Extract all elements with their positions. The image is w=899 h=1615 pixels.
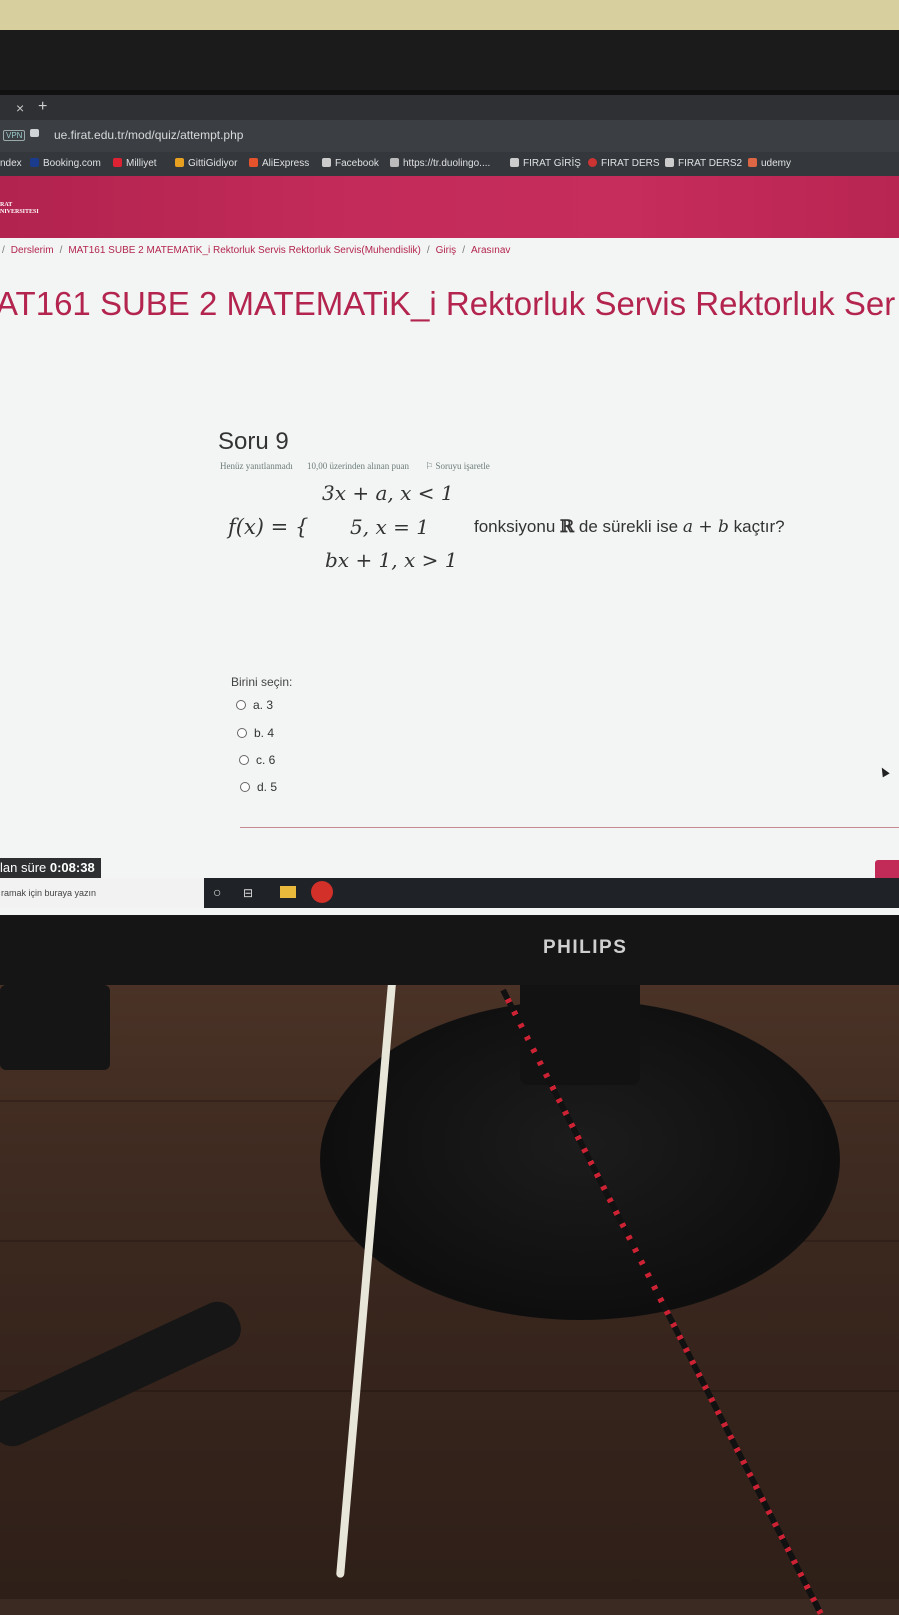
function-name: f(x) = { [228, 515, 309, 539]
answer-option[interactable]: b. 4 [237, 726, 274, 740]
bookmark-item[interactable]: GittiGidiyor [175, 158, 237, 169]
page-icon [665, 158, 674, 167]
bookmark-item[interactable]: FIRAT DERS [588, 158, 660, 169]
bookmark-label: Booking.com [43, 158, 101, 169]
option-label[interactable]: c. 6 [256, 753, 275, 767]
radio-button[interactable] [239, 755, 249, 765]
page-icon [510, 158, 519, 167]
breadcrumb-item[interactable]: Derslerim [11, 245, 54, 256]
tab-bar: × + [0, 95, 899, 120]
milliyet-icon [113, 158, 122, 167]
breadcrumb-item[interactable]: MAT161 SUBE 2 MATEMATiK_i Rektorluk Serv… [68, 245, 421, 256]
breadcrumb-item[interactable]: Arasınav [471, 245, 510, 256]
question-expression: a + b [682, 517, 729, 537]
breadcrumb: / Derslerim / MAT161 SUBE 2 MATEMATiK_i Rek… [2, 245, 511, 256]
bookmark-label: Milliyet [126, 158, 157, 169]
taskbar: ramak için buraya yazın ○ ⊟ [0, 878, 899, 908]
bookmark-label: udemy [761, 158, 792, 169]
task-view-icon[interactable]: ⊟ [243, 886, 253, 900]
page-icon [322, 158, 331, 167]
timer-label: lan süre [0, 860, 47, 875]
radio-button[interactable] [240, 782, 250, 792]
flag-question-link[interactable]: ⚐ Soruyu işaretle [425, 461, 490, 471]
opera-browser-icon[interactable] [311, 881, 333, 903]
bookmark-label: FIRAT DERS2 [678, 158, 743, 169]
bookmark-label: GittiGidiyor [188, 158, 238, 169]
breadcrumb-item[interactable]: Giriş [436, 245, 457, 256]
bookmarks-bar: ndex Booking.com Milliyet GittiGidiyor A… [0, 152, 899, 176]
lock-icon[interactable] [30, 129, 39, 137]
monitor-top-edge [0, 30, 899, 92]
aliexpress-icon [249, 158, 258, 167]
opera-icon [588, 158, 597, 167]
grid-icon [390, 158, 399, 167]
question-text: fonksiyonu ℝ de sürekli ise a + b kaçtır… [474, 517, 785, 537]
booking-icon [30, 158, 39, 167]
option-label[interactable]: a. 3 [253, 698, 273, 712]
cortana-icon[interactable]: ○ [213, 884, 221, 900]
monitor-bezel: PHILIPS [0, 915, 899, 985]
question-text-part: kaçtır? [728, 517, 785, 536]
power-adapter [0, 985, 110, 1070]
bookmark-label: FIRAT GİRİŞ [523, 158, 581, 169]
bookmark-item[interactable]: AliExpress [249, 158, 309, 169]
question-text-part: fonksiyonu [474, 517, 560, 536]
answer-option[interactable]: a. 3 [236, 698, 273, 712]
tab-close-icon[interactable]: × [16, 100, 24, 116]
new-tab-button[interactable]: + [38, 98, 47, 116]
address-bar: VPN ue.firat.edu.tr/mod/quiz/attempt.php [0, 120, 899, 152]
bookmark-item[interactable]: ndex [0, 158, 22, 169]
bookmark-item[interactable]: Booking.com [30, 158, 101, 169]
option-label[interactable]: d. 5 [257, 780, 277, 794]
question-number: Soru 9 [218, 428, 289, 455]
mouse-cursor-icon [878, 765, 890, 778]
answer-option[interactable]: c. 6 [239, 753, 275, 767]
flag-label: Soruyu işaretle [435, 461, 490, 471]
logo-line: RAT [0, 202, 13, 208]
bookmark-item[interactable]: Milliyet [113, 158, 157, 169]
reals-symbol: ℝ [560, 517, 575, 537]
option-label[interactable]: b. 4 [254, 726, 274, 740]
site-header: RAT NIVERSITESI [0, 176, 899, 238]
question-points: 10,00 üzerinden alınan puan [306, 461, 409, 471]
monitor-stand-neck [520, 975, 640, 1085]
next-page-button[interactable] [875, 860, 899, 880]
gittigidiyor-icon [175, 158, 184, 167]
time-remaining: lan süre 0:08:38 [0, 858, 101, 878]
file-explorer-icon[interactable] [280, 886, 296, 898]
bookmark-label: AliExpress [262, 158, 310, 169]
answer-prompt: Birini seçin: [231, 675, 293, 689]
piecewise-case: bx + 1, x > 1 [325, 548, 458, 572]
url-field[interactable]: ue.firat.edu.tr/mod/quiz/attempt.php [54, 128, 243, 142]
udemy-icon [748, 158, 757, 167]
piecewise-case: 5, x = 1 [350, 515, 429, 539]
piecewise-case: 3x + a, x < 1 [322, 481, 454, 505]
timer-value: 0:08:38 [49, 860, 95, 875]
bookmark-item[interactable]: FIRAT GİRİŞ [510, 158, 581, 169]
radio-button[interactable] [237, 728, 247, 738]
flag-icon: ⚐ [425, 461, 436, 471]
question-text-part: de sürekli ise [574, 517, 683, 536]
radio-button[interactable] [236, 700, 246, 710]
taskbar-search-input[interactable]: ramak için buraya yazın [0, 878, 204, 908]
bookmark-item[interactable]: Facebook [322, 158, 379, 169]
monitor-brand: PHILIPS [543, 937, 628, 958]
divider [240, 827, 899, 828]
question-info: Henüz yanıtlanmadı 10,00 üzerinden alına… [220, 461, 490, 472]
bookmark-label: Facebook [335, 158, 379, 169]
answer-option[interactable]: d. 5 [240, 780, 277, 794]
university-logo[interactable]: RAT NIVERSITESI [0, 202, 39, 216]
bookmark-item[interactable]: FIRAT DERS2 [665, 158, 742, 169]
page-title: AT161 SUBE 2 MATEMATiK_i Rektorluk Servi… [0, 285, 896, 322]
vpn-badge[interactable]: VPN [3, 130, 26, 141]
bookmark-label: https://tr.duolingo.... [403, 158, 491, 169]
logo-line: NIVERSITESI [0, 209, 39, 215]
bookmark-item[interactable]: https://tr.duolingo.... [390, 158, 490, 169]
screen: × + VPN ue.firat.edu.tr/mod/quiz/attempt… [0, 95, 899, 915]
bookmark-label: FIRAT DERS [601, 158, 660, 169]
question-status: Henüz yanıtlanmadı [220, 461, 293, 471]
bookmark-item[interactable]: udemy [748, 158, 791, 169]
